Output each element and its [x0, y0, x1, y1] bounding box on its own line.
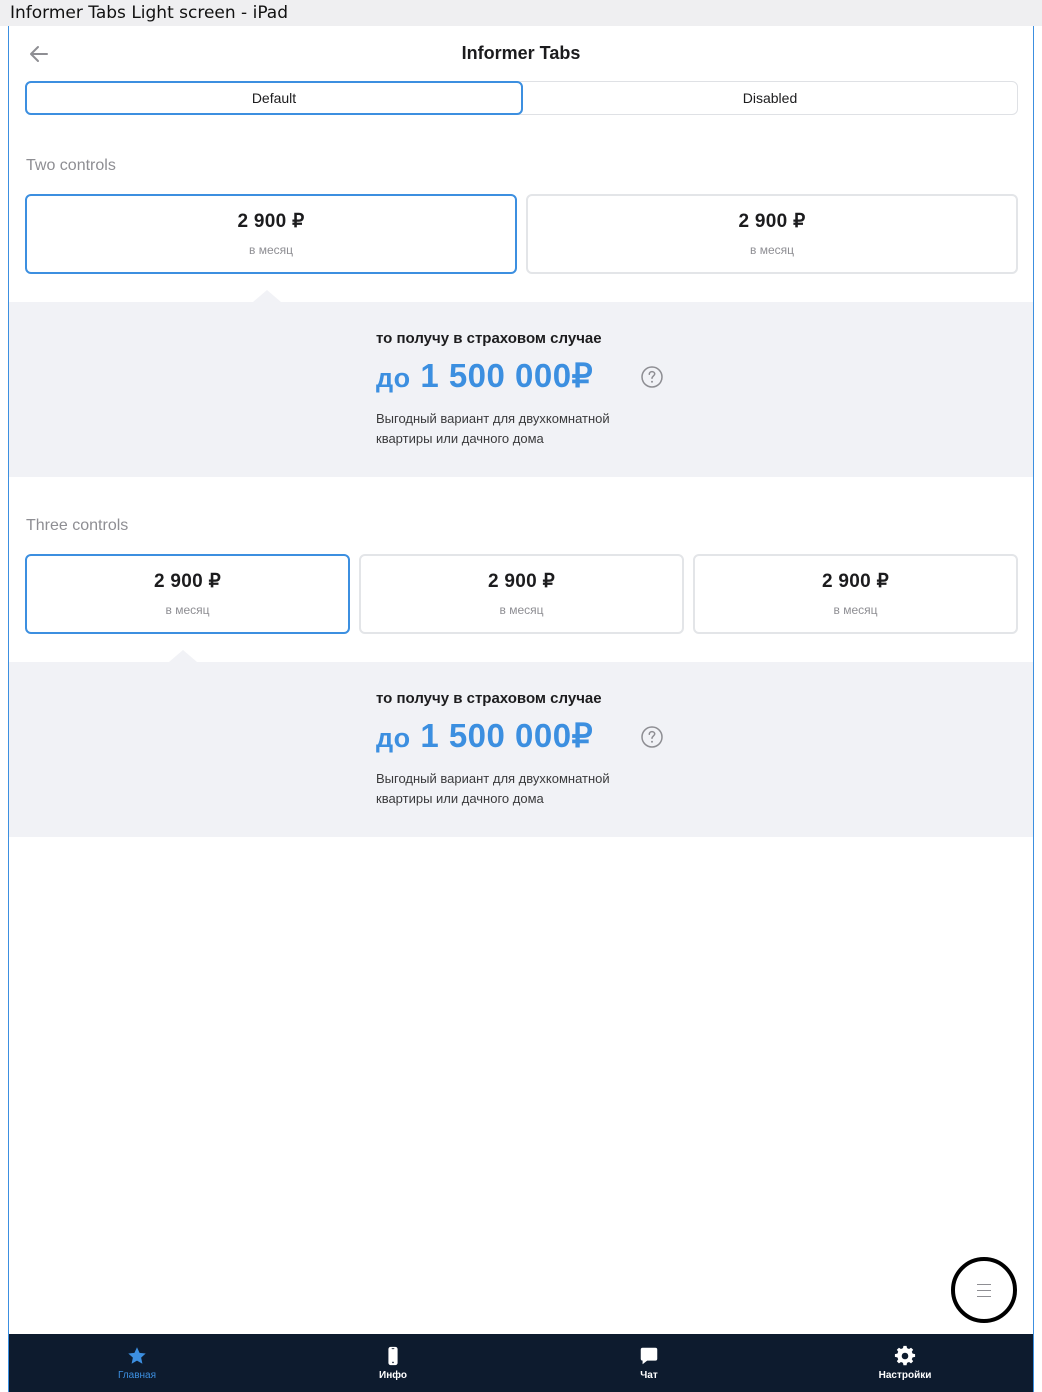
informer-amount: до 1 500 000₽	[376, 356, 593, 395]
informer-pointer	[169, 650, 197, 662]
tab-label: Чат	[640, 1370, 658, 1381]
three-controls-group: 2 900 ₽ в месяц 2 900 ₽ в месяц 2 900 ₽ …	[25, 554, 1018, 634]
price-value: 2 900 ₽	[738, 211, 806, 232]
price-value: 2 900 ₽	[153, 571, 221, 592]
price-period: в месяц	[165, 603, 210, 617]
informer-description: Выгодный вариант для двухкомнатной кварт…	[376, 771, 610, 806]
help-question-icon[interactable]	[640, 365, 664, 389]
amount-prefix: до	[376, 363, 411, 393]
price-option-2[interactable]: 2 900 ₽ в месяц	[359, 554, 684, 634]
segmented-control: Default Disabled	[25, 81, 1018, 115]
price-period: в месяц	[749, 243, 794, 257]
informer-pointer	[253, 290, 281, 302]
price-value: 2 900 ₽	[487, 571, 555, 592]
price-value: 2 900 ₽	[237, 211, 305, 232]
amount-value: 1 500 000₽	[420, 357, 594, 394]
gear-icon	[894, 1345, 916, 1366]
navigation-header: Informer Tabs	[9, 26, 1033, 82]
menu-line-icon	[977, 1295, 991, 1297]
bottom-tab-bar: Главная Инфо Чат Настройки	[9, 1334, 1033, 1392]
chat-icon	[640, 1347, 658, 1365]
menu-line-icon	[977, 1283, 991, 1285]
price-option-1[interactable]: 2 900 ₽ в месяц	[25, 194, 517, 274]
price-option-2[interactable]: 2 900 ₽ в месяц	[526, 194, 1018, 274]
tab-settings[interactable]: Настройки	[777, 1334, 1033, 1392]
informer-description: Выгодный вариант для двухкомнатной кварт…	[376, 411, 610, 446]
segment-default[interactable]: Default	[25, 81, 523, 115]
section-label-two-controls: Two controls	[26, 157, 116, 174]
price-option-3[interactable]: 2 900 ₽ в месяц	[693, 554, 1018, 634]
amount-prefix: до	[376, 723, 411, 753]
tab-label: Инфо	[379, 1370, 407, 1381]
tab-label: Настройки	[878, 1370, 932, 1381]
menu-fab-button[interactable]	[951, 1257, 1017, 1323]
price-value: 2 900 ₽	[821, 571, 889, 592]
ipad-screen: Informer Tabs Default Disabled Two contr…	[8, 26, 1034, 1392]
amount-value: 1 500 000₽	[420, 717, 594, 754]
informer-amount: до 1 500 000₽	[376, 716, 593, 755]
phone-icon	[388, 1346, 398, 1366]
star-icon	[128, 1347, 146, 1364]
two-controls-group: 2 900 ₽ в месяц 2 900 ₽ в месяц	[25, 194, 1018, 274]
informer-caption: то получу в страховом случае	[376, 690, 602, 707]
tab-home[interactable]: Главная	[9, 1334, 265, 1392]
tab-label: Главная	[117, 1370, 157, 1381]
frame-title: Informer Tabs Light screen - iPad	[0, 0, 1042, 26]
price-period: в месяц	[833, 603, 878, 617]
price-option-1[interactable]: 2 900 ₽ в месяц	[25, 554, 350, 634]
informer-caption: то получу в страховом случае	[376, 330, 602, 347]
tab-chat[interactable]: Чат	[521, 1334, 777, 1392]
tab-info[interactable]: Инфо	[265, 1334, 521, 1392]
informer-panel: то получу в страховом случае до 1 500 00…	[9, 650, 1033, 837]
price-period: в месяц	[499, 603, 544, 617]
segment-disabled[interactable]: Disabled	[523, 82, 1017, 114]
price-period: в месяц	[248, 243, 293, 257]
section-label-three-controls: Three controls	[26, 517, 129, 534]
menu-line-icon	[977, 1289, 991, 1291]
page-title: Informer Tabs	[461, 43, 581, 63]
informer-panel: то получу в страховом случае до 1 500 00…	[9, 290, 1033, 477]
help-question-icon[interactable]	[640, 725, 664, 749]
